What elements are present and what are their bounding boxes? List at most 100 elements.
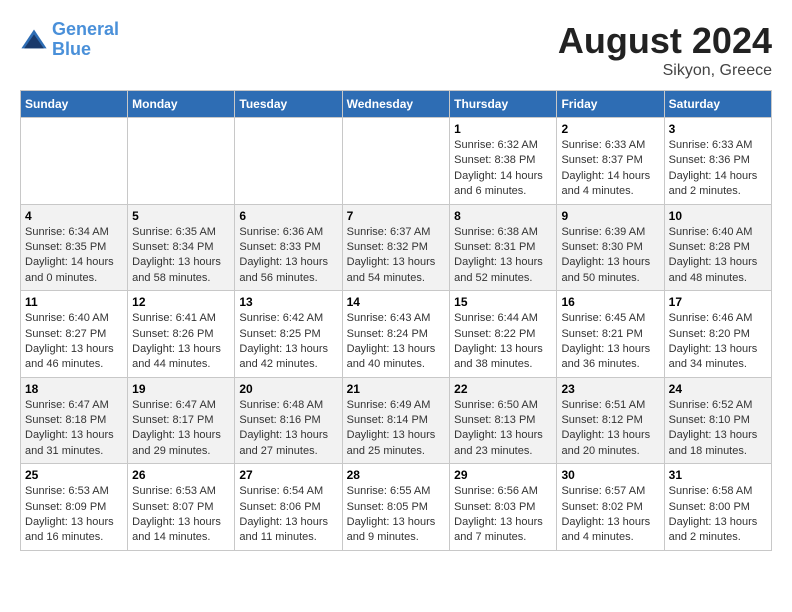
day-detail: Sunrise: 6:40 AM Sunset: 8:27 PM Dayligh… xyxy=(25,311,123,373)
day-detail: Sunrise: 6:51 AM Sunset: 8:12 PM Dayligh… xyxy=(561,398,659,460)
col-header-thursday: Thursday xyxy=(450,91,557,118)
day-cell: 5 Sunrise: 6:35 AM Sunset: 8:34 PM Daylig… xyxy=(128,204,235,291)
day-detail: Sunrise: 6:42 AM Sunset: 8:25 PM Dayligh… xyxy=(239,311,337,373)
day-detail: Sunrise: 6:36 AM Sunset: 8:33 PM Dayligh… xyxy=(239,225,337,287)
day-detail: Sunrise: 6:43 AM Sunset: 8:24 PM Dayligh… xyxy=(347,311,446,373)
day-number: 16 xyxy=(561,295,659,309)
day-cell xyxy=(128,118,235,205)
day-cell: 7Sunrise: 6:37 AM Sunset: 8:32 PM Daylig… xyxy=(342,204,450,291)
day-number: 22 xyxy=(454,382,552,396)
day-number: 8 xyxy=(454,209,552,223)
day-number: 21 xyxy=(347,382,446,396)
page-header: General Blue August 2024 Sikyon, Greece xyxy=(20,20,772,80)
day-number: 4 xyxy=(25,209,123,223)
day-number: 15 xyxy=(454,295,552,309)
logo-line1: General xyxy=(52,19,119,39)
day-detail: Sunrise: 6:33 AM Sunset: 8:36 PM Dayligh… xyxy=(669,138,767,200)
day-number: 1 xyxy=(454,122,552,136)
day-detail: Sunrise: 6:49 AM Sunset: 8:14 PM Dayligh… xyxy=(347,398,446,460)
day-number: 31 xyxy=(669,468,767,482)
location-subtitle: Sikyon, Greece xyxy=(558,62,772,80)
day-detail: Sunrise: 6:58 AM Sunset: 8:00 PM Dayligh… xyxy=(669,484,767,546)
day-cell xyxy=(342,118,450,205)
day-number: 14 xyxy=(347,295,446,309)
logo-icon xyxy=(20,26,48,54)
day-number: 11 xyxy=(25,295,123,309)
day-detail: Sunrise: 6:53 AM Sunset: 8:07 PM Dayligh… xyxy=(132,484,230,546)
col-header-wednesday: Wednesday xyxy=(342,91,450,118)
day-cell: 6 Sunrise: 6:36 AM Sunset: 8:33 PM Daylig… xyxy=(235,204,342,291)
day-cell: 28Sunrise: 6:55 AM Sunset: 8:05 PM Dayli… xyxy=(342,464,450,551)
day-detail: Sunrise: 6:40 AM Sunset: 8:28 PM Dayligh… xyxy=(669,225,767,287)
day-number: 29 xyxy=(454,468,552,482)
logo: General Blue xyxy=(20,20,119,60)
day-number: 18 xyxy=(25,382,123,396)
day-detail: Sunrise: 6:34 AM Sunset: 8:35 PM Dayligh… xyxy=(25,225,123,287)
day-number: 17 xyxy=(669,295,767,309)
col-header-saturday: Saturday xyxy=(664,91,771,118)
day-cell xyxy=(21,118,128,205)
col-header-sunday: Sunday xyxy=(21,91,128,118)
day-cell: 10 Sunrise: 6:40 AM Sunset: 8:28 PM Dayli… xyxy=(664,204,771,291)
day-detail: Sunrise: 6:44 AM Sunset: 8:22 PM Dayligh… xyxy=(454,311,552,373)
day-cell: 18 Sunrise: 6:47 AM Sunset: 8:18 PM Dayli… xyxy=(21,377,128,464)
day-detail: Sunrise: 6:45 AM Sunset: 8:21 PM Dayligh… xyxy=(561,311,659,373)
day-detail: Sunrise: 6:53 AM Sunset: 8:09 PM Dayligh… xyxy=(25,484,123,546)
day-detail: Sunrise: 6:56 AM Sunset: 8:03 PM Dayligh… xyxy=(454,484,552,546)
week-row-5: 25 Sunrise: 6:53 AM Sunset: 8:09 PM Dayli… xyxy=(21,464,772,551)
day-cell: 2 Sunrise: 6:33 AM Sunset: 8:37 PM Daylig… xyxy=(557,118,664,205)
day-cell: 23 Sunrise: 6:51 AM Sunset: 8:12 PM Dayli… xyxy=(557,377,664,464)
day-detail: Sunrise: 6:47 AM Sunset: 8:18 PM Dayligh… xyxy=(25,398,123,460)
day-number: 19 xyxy=(132,382,230,396)
day-cell: 16 Sunrise: 6:45 AM Sunset: 8:21 PM Dayli… xyxy=(557,291,664,378)
day-detail: Sunrise: 6:32 AM Sunset: 8:38 PM Dayligh… xyxy=(454,138,552,200)
col-header-friday: Friday xyxy=(557,91,664,118)
day-cell: 11 Sunrise: 6:40 AM Sunset: 8:27 PM Dayli… xyxy=(21,291,128,378)
day-number: 9 xyxy=(561,209,659,223)
day-detail: Sunrise: 6:48 AM Sunset: 8:16 PM Dayligh… xyxy=(239,398,337,460)
day-detail: Sunrise: 6:55 AM Sunset: 8:05 PM Dayligh… xyxy=(347,484,446,546)
day-detail: Sunrise: 6:33 AM Sunset: 8:37 PM Dayligh… xyxy=(561,138,659,200)
day-number: 23 xyxy=(561,382,659,396)
day-cell xyxy=(235,118,342,205)
col-header-monday: Monday xyxy=(128,91,235,118)
day-number: 26 xyxy=(132,468,230,482)
day-detail: Sunrise: 6:38 AM Sunset: 8:31 PM Dayligh… xyxy=(454,225,552,287)
day-detail: Sunrise: 6:37 AM Sunset: 8:32 PM Dayligh… xyxy=(347,225,446,287)
day-detail: Sunrise: 6:57 AM Sunset: 8:02 PM Dayligh… xyxy=(561,484,659,546)
week-row-1: 1 Sunrise: 6:32 AM Sunset: 8:38 PM Daylig… xyxy=(21,118,772,205)
day-number: 13 xyxy=(239,295,337,309)
day-cell: 26 Sunrise: 6:53 AM Sunset: 8:07 PM Dayli… xyxy=(128,464,235,551)
day-number: 2 xyxy=(561,122,659,136)
day-number: 10 xyxy=(669,209,767,223)
day-detail: Sunrise: 6:46 AM Sunset: 8:20 PM Dayligh… xyxy=(669,311,767,373)
calendar-table: SundayMondayTuesdayWednesdayThursdayFrid… xyxy=(20,90,772,551)
day-detail: Sunrise: 6:39 AM Sunset: 8:30 PM Dayligh… xyxy=(561,225,659,287)
calendar-body: 1 Sunrise: 6:32 AM Sunset: 8:38 PM Daylig… xyxy=(21,118,772,551)
day-detail: Sunrise: 6:35 AM Sunset: 8:34 PM Dayligh… xyxy=(132,225,230,287)
day-number: 3 xyxy=(669,122,767,136)
day-cell: 12 Sunrise: 6:41 AM Sunset: 8:26 PM Dayli… xyxy=(128,291,235,378)
day-number: 12 xyxy=(132,295,230,309)
day-detail: Sunrise: 6:54 AM Sunset: 8:06 PM Dayligh… xyxy=(239,484,337,546)
day-number: 25 xyxy=(25,468,123,482)
col-header-tuesday: Tuesday xyxy=(235,91,342,118)
day-cell: 9 Sunrise: 6:39 AM Sunset: 8:30 PM Daylig… xyxy=(557,204,664,291)
logo-text: General Blue xyxy=(52,20,119,60)
day-number: 30 xyxy=(561,468,659,482)
day-cell: 19 Sunrise: 6:47 AM Sunset: 8:17 PM Dayli… xyxy=(128,377,235,464)
day-cell: 4 Sunrise: 6:34 AM Sunset: 8:35 PM Daylig… xyxy=(21,204,128,291)
day-number: 5 xyxy=(132,209,230,223)
day-cell: 25 Sunrise: 6:53 AM Sunset: 8:09 PM Dayli… xyxy=(21,464,128,551)
day-cell: 21 Sunrise: 6:49 AM Sunset: 8:14 PM Dayli… xyxy=(342,377,450,464)
day-cell: 29 Sunrise: 6:56 AM Sunset: 8:03 PM Dayli… xyxy=(450,464,557,551)
day-number: 6 xyxy=(239,209,337,223)
day-detail: Sunrise: 6:41 AM Sunset: 8:26 PM Dayligh… xyxy=(132,311,230,373)
day-detail: Sunrise: 6:47 AM Sunset: 8:17 PM Dayligh… xyxy=(132,398,230,460)
day-cell: 3 Sunrise: 6:33 AM Sunset: 8:36 PM Daylig… xyxy=(664,118,771,205)
header-row: SundayMondayTuesdayWednesdayThursdayFrid… xyxy=(21,91,772,118)
week-row-2: 4 Sunrise: 6:34 AM Sunset: 8:35 PM Daylig… xyxy=(21,204,772,291)
day-cell: 22Sunrise: 6:50 AM Sunset: 8:13 PM Dayli… xyxy=(450,377,557,464)
day-number: 20 xyxy=(239,382,337,396)
week-row-4: 18 Sunrise: 6:47 AM Sunset: 8:18 PM Dayli… xyxy=(21,377,772,464)
